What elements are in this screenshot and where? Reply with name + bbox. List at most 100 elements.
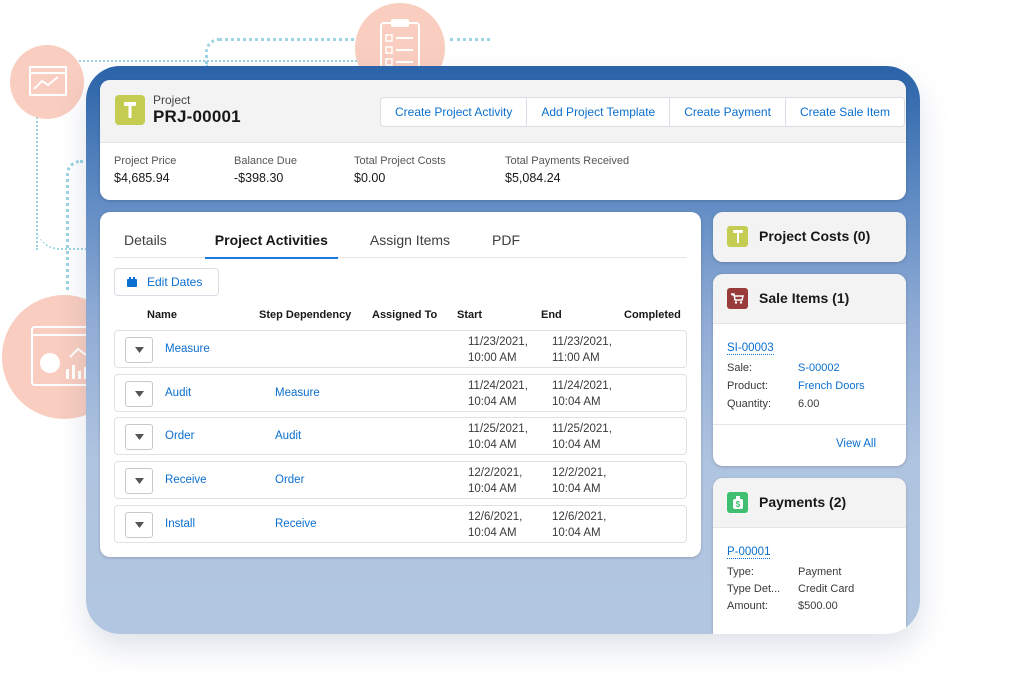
start-date: 11/24/2021, xyxy=(468,380,528,392)
hammer-icon xyxy=(727,226,748,247)
payment-amount-value: $500.00 xyxy=(798,600,838,612)
end-datetime: 11/24/2021, 10:04 AM xyxy=(552,378,612,410)
field-total-project-costs: Total Project Costs $0.00 xyxy=(354,155,505,185)
chevron-down-icon xyxy=(134,347,144,353)
view-all-link[interactable]: View All xyxy=(836,438,876,450)
tab-pdf[interactable]: PDF xyxy=(482,212,530,258)
create-project-activity-button[interactable]: Create Project Activity xyxy=(380,97,528,127)
activity-name-link[interactable]: Receive xyxy=(165,474,207,486)
tab-project-activities[interactable]: Project Activities xyxy=(204,212,338,259)
start-datetime: 12/6/2021, 10:04 AM xyxy=(468,509,522,541)
field-label: Sale: xyxy=(727,362,753,374)
start-time: 10:04 AM xyxy=(468,439,517,451)
sale-items-header[interactable]: Sale Items (1) xyxy=(713,274,906,324)
field-label: Balance Due xyxy=(234,155,297,167)
app-frame: Project PRJ-00001 Create Project Activit… xyxy=(86,66,920,634)
field-label: Type: xyxy=(727,566,754,578)
field-value: -$398.30 xyxy=(234,171,284,185)
action-button-group: Create Project Activity Add Project Temp… xyxy=(380,97,905,127)
calendar-edit-icon xyxy=(127,277,137,287)
end-time: 10:04 AM xyxy=(552,396,601,408)
column-header-assigned-to[interactable]: Assigned To xyxy=(372,309,437,321)
step-dependency-link[interactable]: Order xyxy=(275,474,304,486)
field-value: $0.00 xyxy=(354,171,386,185)
create-sale-item-button[interactable]: Create Sale Item xyxy=(785,97,905,127)
start-time: 10:04 AM xyxy=(468,483,517,495)
column-header-step-dependency[interactable]: Step Dependency xyxy=(259,309,351,321)
row-actions-dropdown[interactable] xyxy=(125,424,153,450)
field-label: Type Det... xyxy=(727,583,781,595)
tab-details[interactable]: Details xyxy=(114,212,177,258)
chevron-down-icon xyxy=(134,522,144,528)
payments-card: $ Payments (2) P-00001 Type: Payment Typ… xyxy=(713,478,906,634)
payments-title: Payments (2) xyxy=(759,494,847,510)
step-dependency-link[interactable]: Receive xyxy=(275,518,317,530)
decorative-dotted-line xyxy=(450,38,490,41)
row-actions-dropdown[interactable] xyxy=(125,381,153,407)
start-time: 10:00 AM xyxy=(468,352,517,364)
chevron-down-icon xyxy=(134,478,144,484)
field-value: $4,685.94 xyxy=(114,171,170,185)
sale-items-card: Sale Items (1) SI-00003 Sale: S-00002 Pr… xyxy=(713,274,906,466)
start-time: 10:04 AM xyxy=(468,396,517,408)
end-date: 11/23/2021, xyxy=(552,336,612,348)
end-datetime: 12/6/2021, 10:04 AM xyxy=(552,509,606,541)
activity-name-link[interactable]: Measure xyxy=(165,343,210,355)
money-bag-icon: $ xyxy=(727,492,748,513)
object-type-label: Project xyxy=(153,93,191,107)
column-header-completed[interactable]: Completed xyxy=(624,309,681,321)
end-date: 11/24/2021, xyxy=(552,380,612,392)
field-label: Amount: xyxy=(727,600,768,612)
step-dependency-link[interactable]: Audit xyxy=(275,430,301,442)
activity-row: Install Receive 12/6/2021, 10:04 AM 12/6/… xyxy=(114,505,687,543)
end-datetime: 12/2/2021, 10:04 AM xyxy=(552,465,606,497)
start-date: 12/2/2021, xyxy=(468,467,523,479)
step-dependency-link[interactable]: Measure xyxy=(275,387,320,399)
cart-icon xyxy=(727,288,748,309)
start-date: 11/25/2021, xyxy=(468,423,528,435)
end-date: 11/25/2021, xyxy=(552,423,612,435)
field-balance-due: Balance Due -$398.30 xyxy=(234,155,354,185)
decorative-dotted-line xyxy=(205,38,355,68)
column-header-start[interactable]: Start xyxy=(457,309,482,321)
start-datetime: 12/2/2021, 10:04 AM xyxy=(468,465,522,497)
create-payment-button[interactable]: Create Payment xyxy=(670,97,786,127)
field-label: Quantity: xyxy=(727,398,772,410)
chart-window-circle-icon xyxy=(10,45,84,119)
edit-dates-label: Edit Dates xyxy=(147,275,203,289)
chevron-down-icon xyxy=(134,391,144,397)
payment-id-link[interactable]: P-00001 xyxy=(727,546,771,559)
sale-items-title: Sale Items (1) xyxy=(759,290,850,306)
row-actions-dropdown[interactable] xyxy=(125,468,153,494)
product-link[interactable]: French Doors xyxy=(798,380,865,392)
row-actions-dropdown[interactable] xyxy=(125,512,153,538)
divider xyxy=(713,424,906,425)
row-actions-dropdown[interactable] xyxy=(125,337,153,363)
project-costs-header[interactable]: Project Costs (0) xyxy=(713,212,906,262)
activity-name-link[interactable]: Audit xyxy=(165,387,191,399)
column-header-name[interactable]: Name xyxy=(147,309,177,321)
activity-name-link[interactable]: Install xyxy=(165,518,195,530)
start-datetime: 11/24/2021, 10:04 AM xyxy=(468,378,528,410)
activity-name-link[interactable]: Order xyxy=(165,430,194,442)
end-time: 11:00 AM xyxy=(552,352,600,364)
end-datetime: 11/25/2021, 10:04 AM xyxy=(552,421,612,453)
project-costs-card: Project Costs (0) xyxy=(713,212,906,262)
activity-row: Order Audit 11/25/2021, 10:04 AM 11/25/20… xyxy=(114,417,687,455)
end-date: 12/2/2021, xyxy=(552,467,607,479)
payment-type-value: Payment xyxy=(798,566,842,578)
activity-row: Receive Order 12/2/2021, 10:04 AM 12/2/20… xyxy=(114,461,687,499)
sale-link[interactable]: S-00002 xyxy=(798,362,840,374)
record-name: PRJ-00001 xyxy=(153,107,241,126)
field-total-payments-received: Total Payments Received $5,084.24 xyxy=(505,155,665,185)
tab-bar: Details Project Activities Assign Items … xyxy=(114,212,687,259)
column-header-end[interactable]: End xyxy=(541,309,562,321)
svg-text:$: $ xyxy=(735,500,740,509)
payments-header[interactable]: $ Payments (2) xyxy=(713,478,906,528)
sale-item-id-link[interactable]: SI-00003 xyxy=(727,342,774,355)
quantity-value: 6.00 xyxy=(798,398,820,410)
add-project-template-button[interactable]: Add Project Template xyxy=(527,97,671,127)
edit-dates-button[interactable]: Edit Dates xyxy=(114,268,219,296)
end-time: 10:04 AM xyxy=(552,483,601,495)
tab-assign-items[interactable]: Assign Items xyxy=(360,212,460,258)
